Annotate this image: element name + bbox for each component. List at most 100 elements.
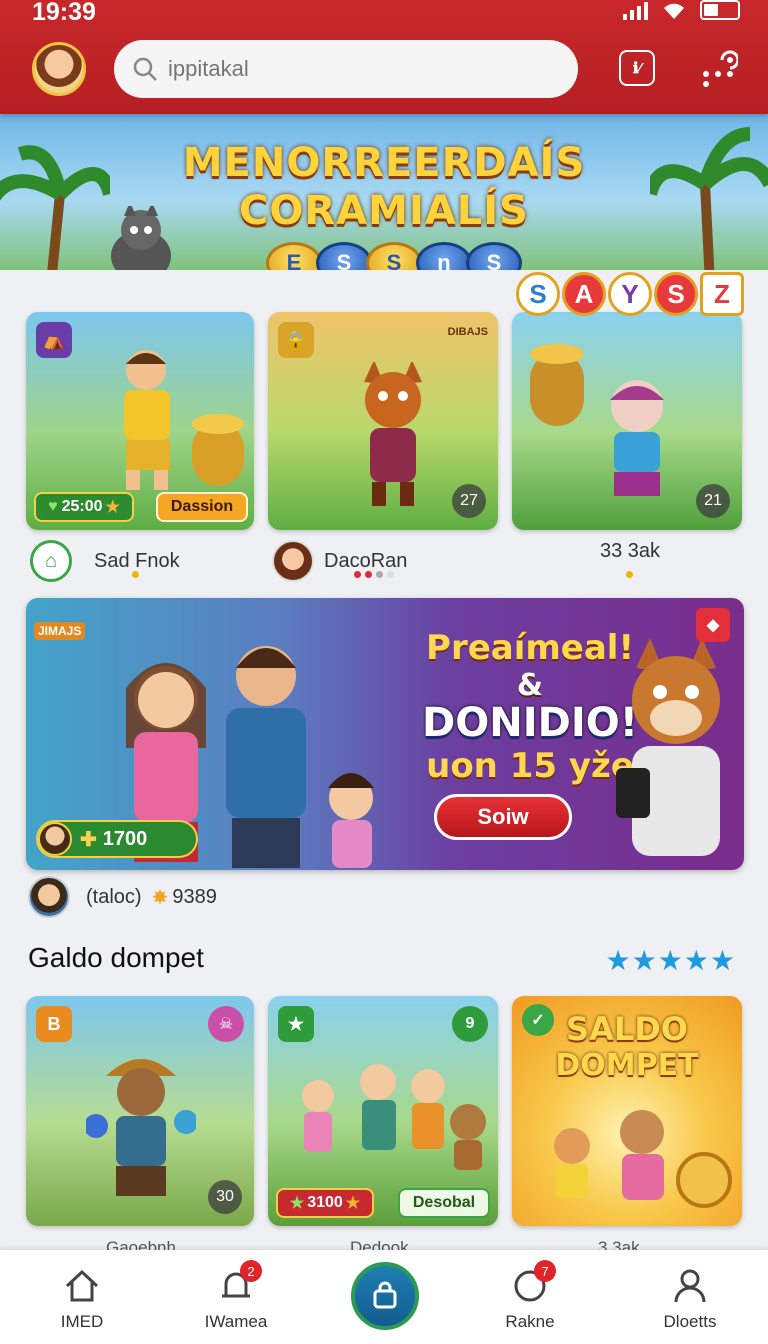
profile-avatar[interactable]: [32, 42, 86, 96]
nav-label: IMED: [60, 1312, 104, 1331]
battery-icon: [700, 0, 740, 20]
coin-icon: ✸: [151, 886, 169, 909]
star-badge-icon: ★: [278, 1006, 314, 1042]
home-icon: [65, 1269, 99, 1302]
hero-title-line1: MENORREERDAÍS: [182, 140, 586, 186]
fox-character-illustration: [364, 362, 422, 506]
notification-badge: 7: [534, 1260, 556, 1282]
star-icon: ★: [289, 1195, 305, 1212]
letter-tile: Z: [700, 272, 744, 316]
game-card[interactable]: 21: [512, 312, 742, 530]
user-icon: [674, 1269, 706, 1303]
rating-dots: [132, 571, 139, 578]
bag-icon: [373, 1281, 397, 1309]
coin-row: E S S n S: [266, 242, 522, 270]
star-icon: ★: [345, 1195, 361, 1212]
nav-item-profile[interactable]: Dloetts: [630, 1266, 750, 1332]
phone-icon: [616, 768, 650, 818]
banner-meta-text: (taloc): [86, 885, 142, 908]
game-card[interactable]: ★ 9 ★ 3100 ★ Desobal: [268, 996, 498, 1226]
nav-item-rank[interactable]: 7 Rakne: [470, 1260, 590, 1332]
banner-meta-score: 9389: [172, 885, 217, 908]
player-count: 21: [696, 484, 730, 518]
card-meta: ⌂ Sad Fnok: [30, 540, 180, 582]
nav-label: Dloetts: [663, 1312, 717, 1331]
coin: n: [416, 242, 472, 270]
coin-stack-icon: [192, 414, 244, 486]
user-avatar: [38, 822, 72, 856]
banner-cta-button[interactable]: Soiw: [434, 794, 572, 840]
score-pill: ★ 3100 ★: [276, 1188, 374, 1218]
card-badge: 9: [452, 1006, 488, 1042]
game-card[interactable]: 🔒 DIBAJS 27: [268, 312, 498, 530]
rating-dots: [626, 571, 633, 578]
explorer-cat-illustration: [86, 1059, 196, 1196]
coin: E: [266, 242, 322, 270]
promo-banner[interactable]: JIMAJS Preaímeal! & DONIDIO! uon 15 yže …: [26, 598, 744, 870]
search-bar[interactable]: [114, 40, 578, 98]
card-author: Sad Fnok: [94, 549, 180, 572]
hero-banner[interactable]: MENORREERDAÍS CORAMIALÍS E S S n S: [0, 114, 768, 270]
card-title-line2: DOMPET: [555, 1048, 699, 1083]
score-value: 25:00: [61, 498, 103, 515]
letter-tile: A: [562, 272, 606, 316]
pig-character-illustration: [610, 380, 664, 496]
game-card[interactable]: ✓ SALDO DOMPET: [512, 996, 742, 1226]
letter-tiles: S A Y S Z: [516, 272, 744, 316]
lock-icon: 🔒: [278, 322, 314, 358]
game-card[interactable]: ⛺ ♥ 25:00 ★ Dassion: [26, 312, 254, 530]
player-count: 30: [208, 1180, 242, 1214]
nav-item-home[interactable]: IMED: [22, 1266, 142, 1332]
section-title: Galdo dompet: [28, 942, 204, 973]
card-author: DacoRan: [324, 549, 408, 572]
kids-group-illustration: [302, 1064, 486, 1170]
banner-tag: JIMAJS: [34, 622, 86, 640]
letter-tile: S: [516, 272, 560, 316]
author-avatar: [272, 540, 314, 582]
gem-icon: ◆: [696, 608, 730, 642]
star-icon: ★: [105, 499, 120, 516]
tent-icon: ⌂: [30, 540, 72, 582]
letter-tile: S: [654, 272, 698, 316]
coin: S: [366, 242, 422, 270]
hero-title-line2: CORAMIALÍS: [239, 188, 529, 234]
rating-dots: [354, 571, 394, 578]
status-time: 19:39: [32, 0, 96, 26]
tent-icon: ⛺: [36, 322, 72, 358]
notification-badge: 2: [240, 1260, 262, 1282]
signal-icon: [623, 2, 648, 20]
qr-button[interactable]: ℹ⁄: [619, 50, 655, 86]
card-meta: 33 3ak: [600, 540, 660, 563]
card-author: 33 3ak: [600, 540, 661, 562]
banner-meta: (taloc) ✸ 9389: [28, 876, 217, 918]
app-header: 19:39 ℹ⁄: [0, 0, 768, 114]
card-badge: B: [36, 1006, 72, 1042]
nav-item-notifications[interactable]: 2 IWamea: [176, 1260, 296, 1332]
coin-icon: ✚: [80, 828, 97, 851]
player-count: 27: [452, 484, 486, 518]
nav-label: IWamea: [204, 1312, 268, 1331]
fox-mascot-illustration: [616, 638, 720, 856]
rating-stars: ★★★★★: [605, 945, 736, 976]
status-icons: [623, 0, 740, 20]
author-avatar: [28, 876, 70, 918]
nav-label: Rakne: [505, 1312, 555, 1331]
celebrating-characters-illustration: [554, 1110, 732, 1208]
score-pill: ♥ 25:00 ★: [34, 492, 134, 522]
letter-tile: Y: [608, 272, 652, 316]
action-button[interactable]: Dassion: [156, 492, 248, 522]
card-tag: DIBAJS: [447, 326, 488, 338]
center-action-button[interactable]: [351, 1262, 419, 1330]
action-button[interactable]: Desobal: [398, 1188, 490, 1218]
card-title-line1: SALDO: [566, 1010, 688, 1048]
banner-score: ✚ 1700: [36, 820, 198, 858]
score-value: 3100: [307, 1194, 343, 1211]
coin: S: [316, 242, 372, 270]
search-icon: [133, 57, 157, 81]
bottom-navigation: IMED 2 IWamea 7 Rakne Dloetts: [0, 1250, 768, 1344]
coin: S: [466, 242, 522, 270]
search-input[interactable]: [168, 56, 548, 82]
more-icon[interactable]: [698, 48, 738, 88]
game-card[interactable]: B ☠ 30: [26, 996, 254, 1226]
heart-icon: ♥: [48, 498, 58, 515]
